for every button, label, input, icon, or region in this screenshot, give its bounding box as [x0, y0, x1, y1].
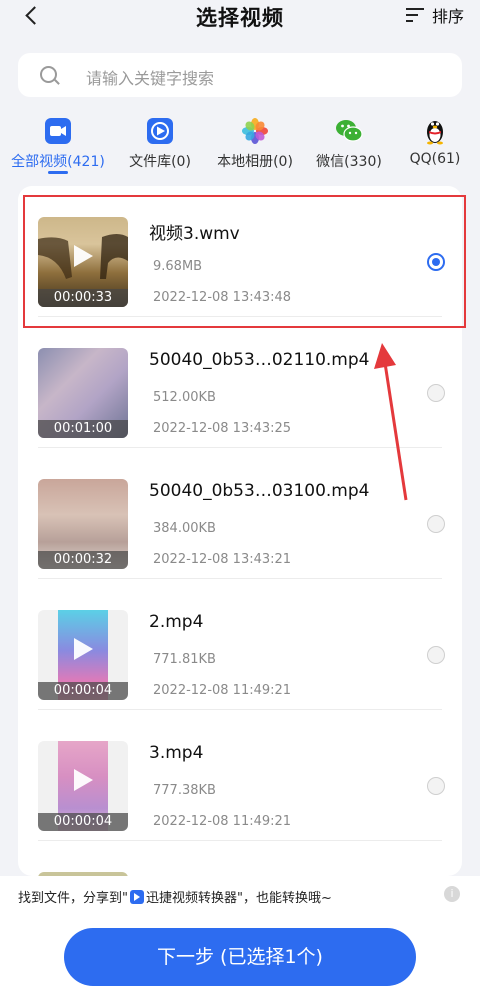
video-name: 50040_0b53…02110.mp4	[149, 350, 370, 370]
select-radio[interactable]	[427, 384, 445, 402]
hint-app-name: 迅捷视频转换器	[145, 891, 237, 906]
active-tab-indicator	[48, 171, 68, 174]
hint-suffix: "，也能转换哦~	[237, 891, 332, 906]
select-radio[interactable]	[427, 646, 445, 664]
wechat-icon	[336, 120, 363, 142]
video-date: 2022-12-08 13:43:25	[153, 421, 292, 436]
sort-icon	[405, 7, 424, 23]
qq-penguin-icon	[427, 121, 443, 145]
tab-label: 文件库(0)	[129, 154, 191, 170]
video-date: 2022-12-08 11:49:21	[153, 814, 292, 829]
sort-button[interactable]: 排序	[405, 3, 464, 27]
search-icon	[40, 66, 57, 83]
bottom-bar: 找到文件，分享到" 迅捷视频转换器 "，也能转换哦~ i 下一步 (已选择1个)	[0, 876, 480, 1002]
video-thumbnail: 00:00:04	[38, 741, 128, 831]
select-radio[interactable]	[427, 515, 445, 533]
converter-app-icon	[129, 889, 144, 904]
tab-qq[interactable]: QQ(61)	[400, 114, 470, 176]
play-icon	[74, 769, 93, 791]
list-item[interactable]: 00:00:04 3.mp4 777.38KB 2022-12-08 11:49…	[18, 710, 462, 841]
source-tabs: 全部视频(421) 文件库(0) 本地相册(0) 微信(330) QQ(61)	[0, 114, 480, 176]
tab-file-library[interactable]: 文件库(0)	[120, 114, 200, 176]
tab-label: 微信(330)	[316, 154, 382, 170]
tab-label: 本地相册(0)	[217, 154, 293, 170]
video-duration: 00:00:04	[38, 813, 128, 831]
video-thumbnail: 00:00:32	[38, 479, 128, 569]
video-thumbnail: 00:00:04	[38, 610, 128, 700]
tab-local-album[interactable]: 本地相册(0)	[210, 114, 300, 176]
file-library-icon	[147, 118, 173, 144]
info-icon[interactable]: i	[444, 886, 460, 902]
video-size: 777.38KB	[153, 783, 216, 798]
video-date: 2022-12-08 11:49:21	[153, 683, 292, 698]
tab-all-videos[interactable]: 全部视频(421)	[8, 114, 108, 176]
video-duration: 00:00:32	[38, 551, 128, 569]
list-item[interactable]: 00:00:04 2.mp4 771.81KB 2022-12-08 11:49…	[18, 579, 462, 710]
play-icon	[74, 638, 93, 660]
photos-flower-icon	[242, 118, 268, 144]
tab-label: 全部视频(421)	[11, 154, 105, 170]
next-step-button[interactable]: 下一步 (已选择1个)	[64, 928, 416, 986]
video-size: 512.00KB	[153, 390, 216, 405]
share-hint: 找到文件，分享到" 迅捷视频转换器 "，也能转换哦~	[18, 887, 332, 906]
list-item[interactable]	[18, 841, 462, 876]
tab-label: QQ(61)	[409, 151, 461, 167]
sort-label: 排序	[431, 7, 464, 26]
video-size: 384.00KB	[153, 521, 216, 536]
video-duration: 00:00:04	[38, 682, 128, 700]
tab-wechat[interactable]: 微信(330)	[312, 114, 386, 176]
search-input[interactable]: 请输入关键字搜索	[18, 53, 462, 97]
video-thumbnail: 00:01:00	[38, 348, 128, 438]
select-radio[interactable]	[427, 777, 445, 795]
video-name: 3.mp4	[149, 743, 204, 763]
selection-highlight-box	[23, 195, 466, 328]
hint-prefix: 找到文件，分享到"	[18, 891, 128, 906]
video-size: 771.81KB	[153, 652, 216, 667]
video-duration: 00:01:00	[38, 420, 128, 438]
annotation-arrow-icon	[374, 343, 408, 501]
search-placeholder: 请输入关键字搜索	[86, 69, 215, 88]
video-name: 50040_0b53…03100.mp4	[149, 481, 370, 501]
video-date: 2022-12-08 13:43:21	[153, 552, 292, 567]
top-bar: 选择视频 排序	[0, 0, 480, 36]
video-name: 2.mp4	[149, 612, 204, 632]
video-camera-icon	[45, 118, 71, 144]
